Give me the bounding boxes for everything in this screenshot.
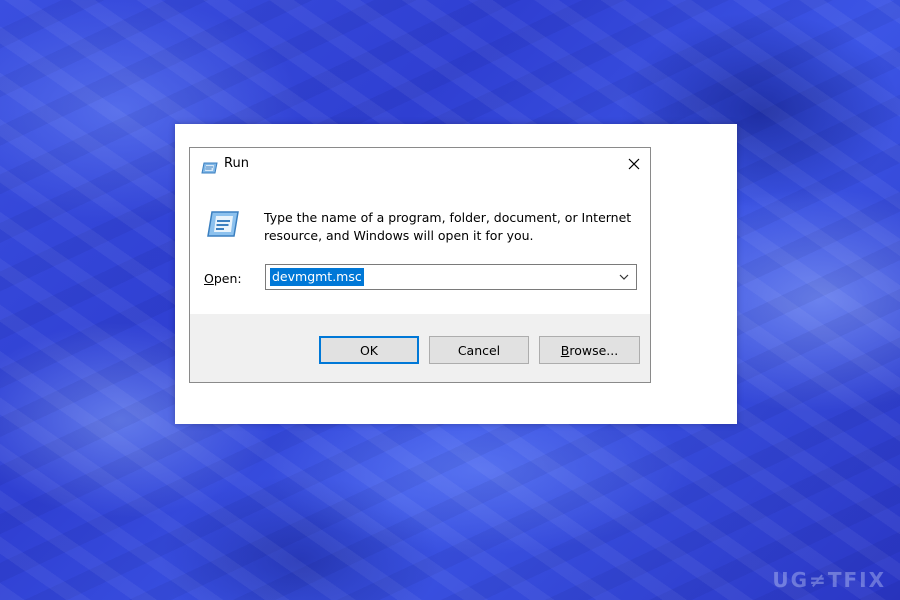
open-input[interactable]: devmgmt.msc bbox=[270, 268, 364, 286]
browse-button[interactable]: Browse... bbox=[539, 336, 640, 364]
title-bar: Run bbox=[190, 148, 650, 182]
open-combobox[interactable]: devmgmt.msc bbox=[265, 264, 637, 290]
dialog-description: Type the name of a program, folder, docu… bbox=[264, 209, 644, 245]
run-app-icon bbox=[206, 210, 240, 238]
ok-button[interactable]: OK bbox=[319, 336, 419, 364]
open-label-accelerator: O bbox=[204, 271, 214, 286]
run-app-icon bbox=[201, 159, 219, 174]
run-dialog: Run Type the name of a program, folder, … bbox=[189, 147, 651, 383]
close-icon bbox=[628, 155, 640, 174]
open-label: Open: bbox=[204, 271, 242, 286]
dialog-title: Run bbox=[224, 156, 249, 171]
watermark-logo: UG≠TFIX bbox=[772, 568, 886, 592]
description-line: resource, and Windows will open it for y… bbox=[264, 228, 534, 243]
browse-label: rowse... bbox=[569, 342, 619, 358]
description-line: Type the name of a program, folder, docu… bbox=[264, 210, 632, 225]
close-button[interactable] bbox=[618, 148, 650, 180]
cancel-button[interactable]: Cancel bbox=[429, 336, 529, 364]
screenshot-frame: Run Type the name of a program, folder, … bbox=[175, 124, 737, 424]
browse-accelerator: B bbox=[560, 342, 570, 358]
button-bar: OK Cancel Browse... bbox=[190, 314, 650, 382]
chevron-down-icon[interactable] bbox=[616, 269, 632, 285]
open-label-text: pen: bbox=[213, 271, 242, 286]
